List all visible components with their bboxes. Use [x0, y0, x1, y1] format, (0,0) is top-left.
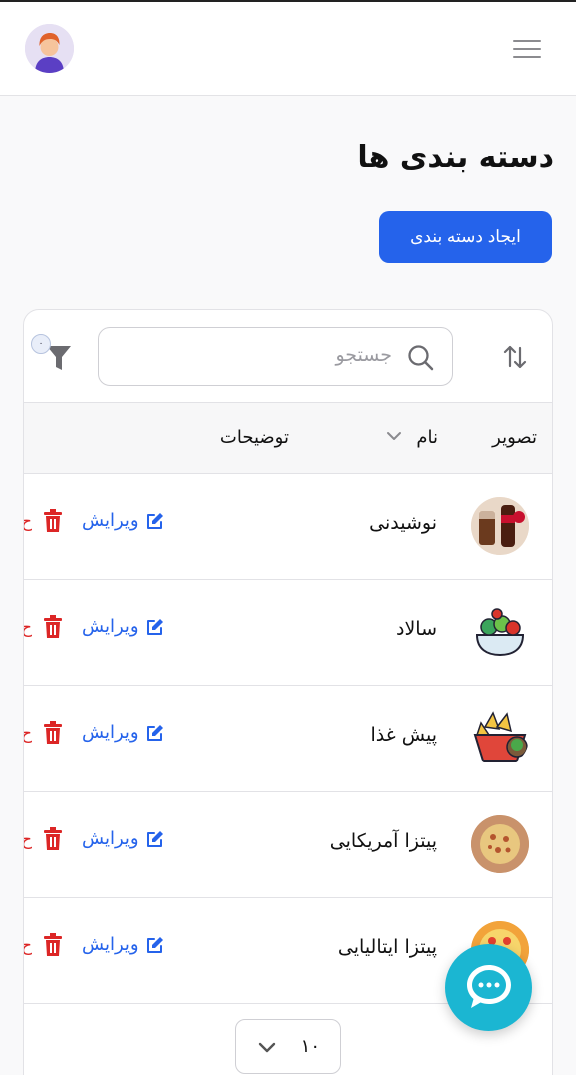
- table-header: تصویر نام توضیحات: [24, 402, 552, 474]
- edit-button[interactable]: ویرایش: [82, 722, 165, 743]
- chat-bubble-icon: [467, 965, 511, 1008]
- category-name: پیتزا آمریکایی: [329, 830, 437, 852]
- salad-image: [471, 603, 529, 661]
- page-title: دسته بندی ها: [357, 140, 554, 175]
- category-name: پیش غذا: [370, 724, 437, 746]
- top-header: [0, 2, 576, 96]
- trash-icon[interactable]: [43, 721, 63, 745]
- edit-label: ویرایش: [82, 934, 139, 955]
- trash-icon[interactable]: [43, 615, 63, 639]
- category-name: سالاد: [395, 618, 437, 640]
- column-description: توضیحات: [219, 427, 289, 448]
- trash-icon[interactable]: [43, 827, 63, 851]
- appetizer-image: [471, 709, 529, 767]
- edit-icon: [146, 724, 163, 741]
- avatar-icon: [25, 24, 74, 73]
- category-name: نوشیدنی: [369, 512, 437, 534]
- chat-button[interactable]: [445, 944, 532, 1031]
- edit-label: ویرایش: [82, 722, 139, 743]
- delete-label[interactable]: ح: [24, 724, 32, 744]
- edit-button[interactable]: ویرایش: [82, 828, 165, 849]
- column-image: تصویر: [492, 427, 537, 448]
- edit-label: ویرایش: [82, 828, 139, 849]
- table-row: پیتزا آمریکایی ویرایش ح: [24, 792, 552, 898]
- category-name: پیتزا ایتالیایی: [337, 936, 437, 958]
- delete-label[interactable]: ح: [24, 936, 32, 956]
- american-pizza-image: [471, 815, 529, 873]
- user-avatar[interactable]: [25, 24, 74, 73]
- edit-icon: [146, 512, 163, 529]
- table-row: سالاد ویرایش ح: [24, 580, 552, 686]
- trash-icon[interactable]: [43, 933, 63, 957]
- page-size-select[interactable]: ۱۰: [235, 1019, 341, 1074]
- page-size-value: ۱۰: [300, 1036, 320, 1057]
- menu-icon[interactable]: [513, 40, 541, 60]
- search-box[interactable]: جستجو: [98, 327, 453, 386]
- edit-button[interactable]: ویرایش: [82, 934, 165, 955]
- drinks-image: [471, 497, 529, 555]
- edit-label: ویرایش: [82, 616, 139, 637]
- create-category-button[interactable]: ایجاد دسته بندی: [379, 211, 552, 263]
- edit-button[interactable]: ویرایش: [82, 510, 165, 531]
- column-name[interactable]: نام: [416, 427, 438, 448]
- chevron-down-icon[interactable]: [386, 430, 402, 442]
- chevron-down-icon: [258, 1042, 276, 1053]
- edit-icon: [146, 618, 163, 635]
- search-icon: [408, 345, 434, 371]
- edit-button[interactable]: ویرایش: [82, 616, 165, 637]
- table-row: پیش غذا ویرایش ح: [24, 686, 552, 792]
- delete-label[interactable]: ح: [24, 830, 32, 850]
- edit-label: ویرایش: [82, 510, 139, 531]
- search-input[interactable]: جستجو: [335, 344, 392, 366]
- edit-icon: [146, 830, 163, 847]
- delete-label[interactable]: ح: [24, 512, 32, 532]
- trash-icon[interactable]: [43, 509, 63, 533]
- edit-icon: [146, 936, 163, 953]
- filter-count-badge: ۰: [31, 334, 51, 354]
- delete-label[interactable]: ح: [24, 618, 32, 638]
- table-row: نوشیدنی ویرایش ح: [24, 474, 552, 580]
- sort-icon[interactable]: [501, 343, 529, 371]
